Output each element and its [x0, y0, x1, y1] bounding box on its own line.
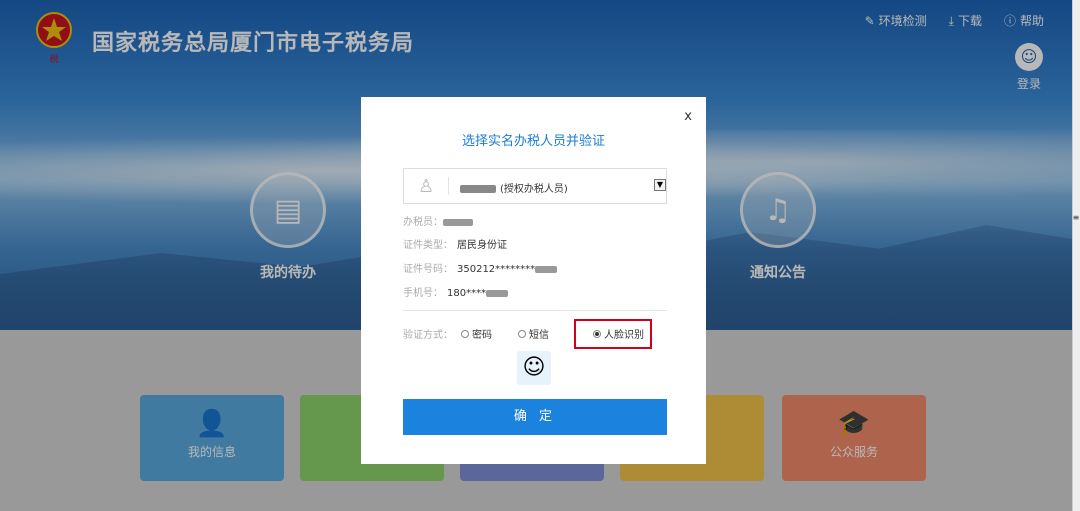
radio-dot — [461, 329, 469, 338]
confirm-button[interactable]: 确 定 — [403, 399, 667, 435]
selected-person: (授权办税人员) — [460, 180, 568, 195]
redacted-name — [460, 185, 496, 193]
verify-method-row: 验证方式： 密码 短信 — [403, 326, 549, 341]
close-button[interactable]: x — [684, 109, 692, 124]
phone-row: 手机号： 180**** — [403, 284, 509, 299]
dialog-title: 选择实名办税人员并验证 — [461, 134, 605, 149]
select-separator — [448, 177, 449, 195]
radio-sms[interactable]: 短信 — [518, 326, 549, 341]
radio-password[interactable]: 密码 — [461, 326, 492, 341]
redacted-id-tail — [535, 265, 558, 273]
redacted-phone-tail — [486, 289, 509, 297]
radio-dot-selected — [593, 329, 601, 338]
user-outline-icon: ♙ — [418, 176, 435, 197]
verify-dialog: x 选择实名办税人员并验证 ♙ (授权办税人员) ▼ 办税员： 证件类型： 居民身… — [361, 97, 706, 464]
divider — [403, 310, 667, 311]
dropdown-arrow-icon[interactable]: ▼ — [654, 179, 666, 191]
redacted-taxpayer — [443, 218, 473, 226]
radio-dot — [518, 329, 526, 338]
radio-face-recognition[interactable]: 人脸识别 — [593, 326, 644, 341]
face-avatar-icon: ☺ — [517, 351, 551, 385]
taxpayer-select[interactable]: ♙ (授权办税人员) ▼ — [403, 168, 667, 204]
id-type-row: 证件类型： 居民身份证 — [403, 240, 507, 251]
id-number-row: 证件号码： 350212******** — [403, 260, 558, 275]
taxpayer-row: 办税员： — [403, 213, 473, 228]
scroll-thumb-icon[interactable]: ≡ — [1072, 213, 1080, 222]
vertical-scrollbar[interactable] — [1072, 0, 1080, 511]
